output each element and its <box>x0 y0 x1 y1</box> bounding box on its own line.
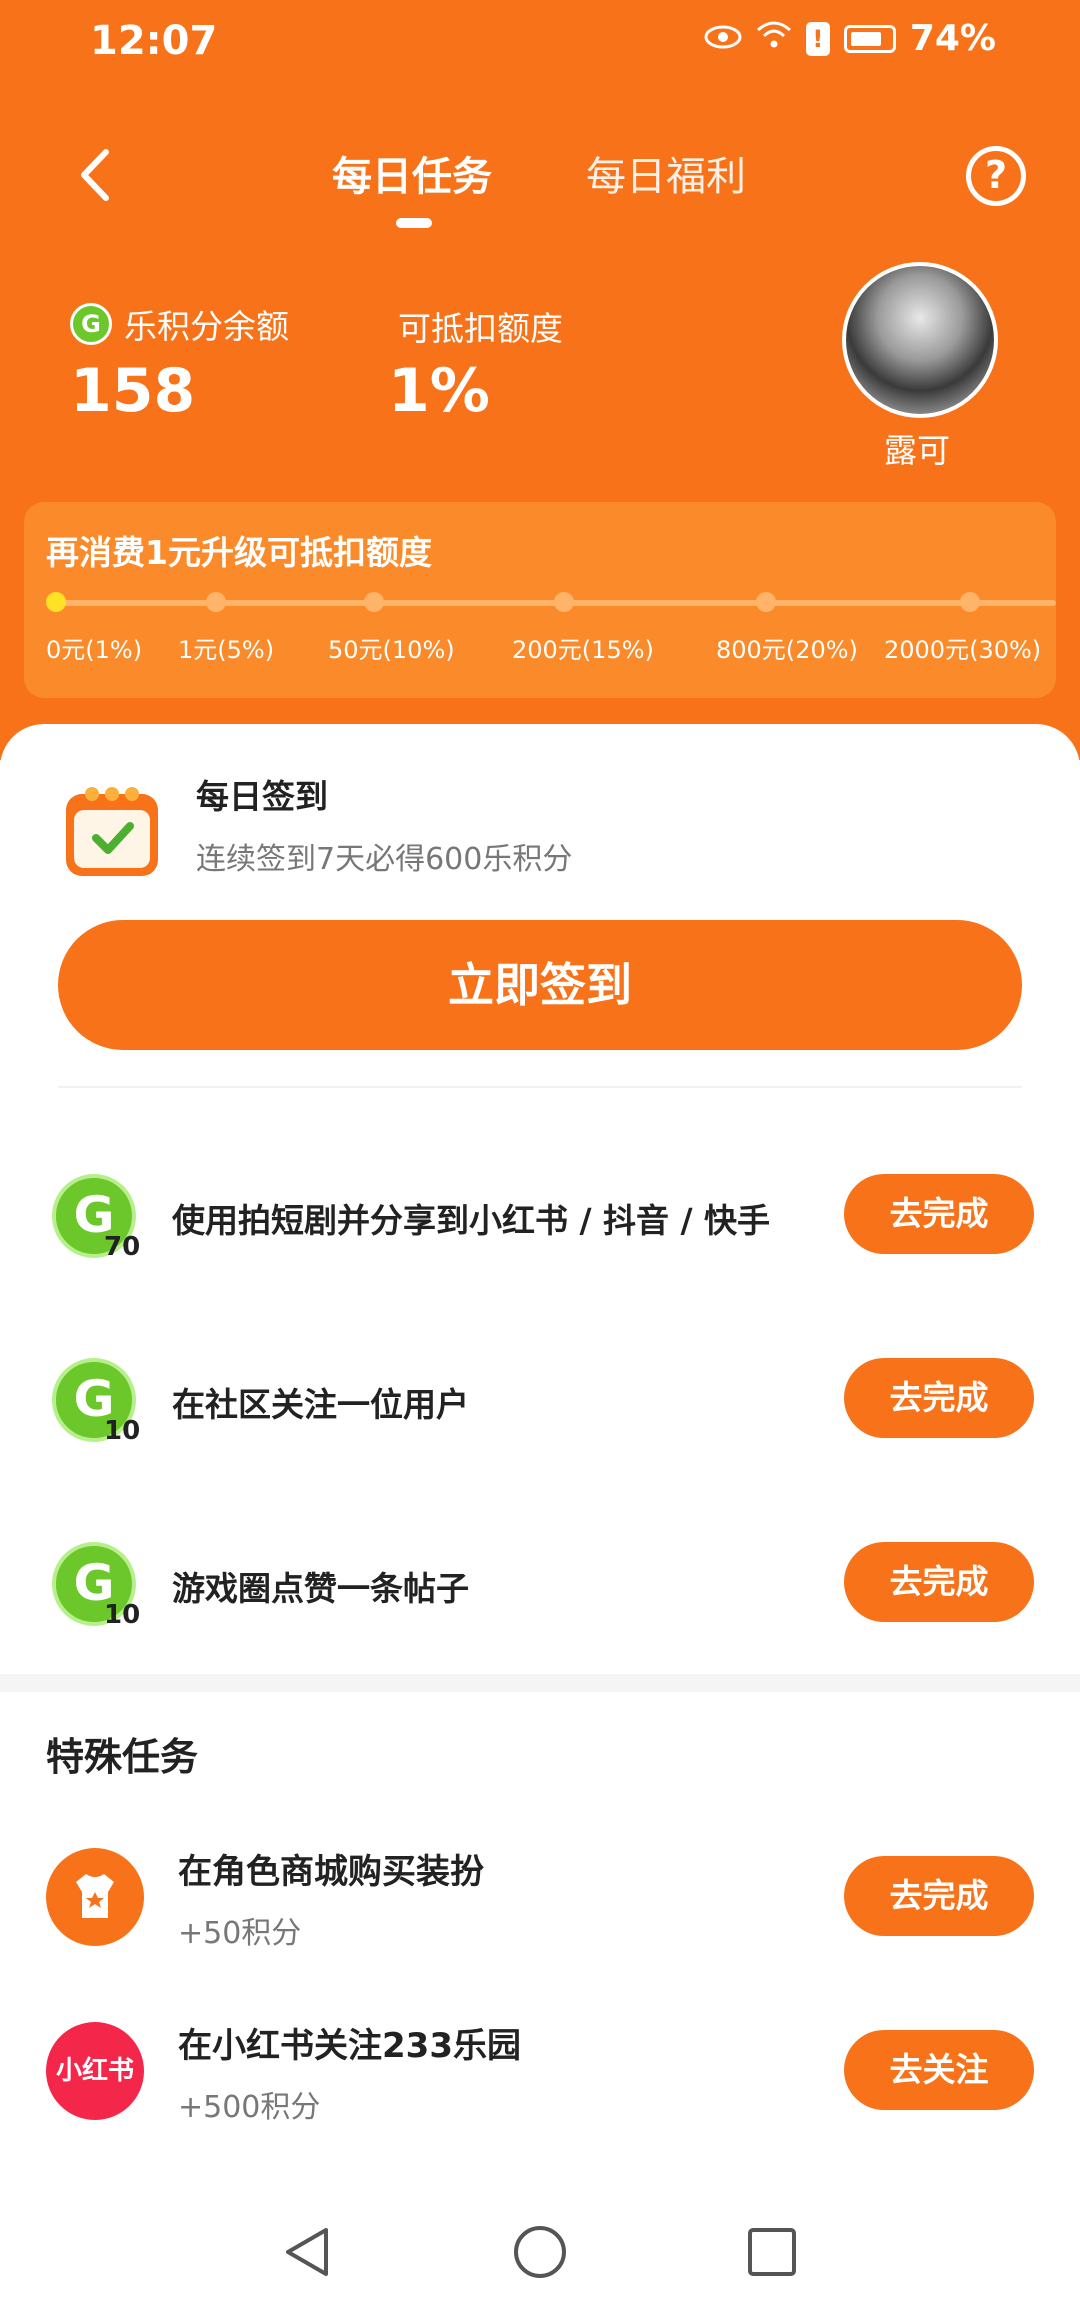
upgrade-tick-label: 0元(1%) <box>46 636 143 664</box>
xiaohongshu-icon: 小红书 <box>46 2022 144 2120</box>
shirt-icon <box>46 1848 144 1946</box>
tab-daily-welfare[interactable]: 每日福利 <box>586 144 746 202</box>
nav-recents-icon[interactable] <box>744 2224 800 2280</box>
upgrade-tick-label: 1元(5%) <box>178 636 275 664</box>
task-row: G 10 游戏圈点赞一条帖子 去完成 <box>0 1522 1080 1642</box>
avatar[interactable] <box>842 262 998 418</box>
username: 露可 <box>884 431 950 470</box>
task-points: 10 <box>104 1416 141 1446</box>
balance-value: 158 <box>70 356 196 426</box>
balance-label: G 乐积分余额 <box>70 300 289 348</box>
status-bar: 12:07 ! 74% <box>0 0 1080 84</box>
wifi-icon <box>756 18 792 59</box>
upgrade-card: 再消费1元升级可抵扣额度 0元(1%) 1元(5%) 50元(10%) 200元… <box>24 502 1056 698</box>
upgrade-tick-dot <box>756 592 776 612</box>
special-tasks-title: 特殊任务 <box>46 1735 199 1779</box>
task-complete-button[interactable]: 去完成 <box>844 1542 1034 1622</box>
checkin-subtitle: 连续签到7天必得600乐积分 <box>196 842 573 877</box>
nav-home-icon[interactable] <box>512 2224 568 2280</box>
upgrade-tick-dot-current <box>46 592 66 612</box>
balance-label-text: 乐积分余额 <box>124 307 289 346</box>
special-task-label: 在小红书关注233乐园 <box>178 2026 521 2066</box>
tab-indicator <box>396 218 432 228</box>
special-task-button[interactable]: 去完成 <box>844 1856 1034 1936</box>
upgrade-title: 再消费1元升级可抵扣额度 <box>46 533 432 572</box>
upgrade-tick-dot <box>960 592 980 612</box>
upgrade-tick-label: 50元(10%) <box>328 636 455 664</box>
special-task-points: +50积分 <box>178 1916 302 1951</box>
task-label: 游戏圈点赞一条帖子 <box>172 1569 469 1608</box>
battery-percent: 74% <box>909 18 996 59</box>
checkin-title: 每日签到 <box>196 777 328 816</box>
task-complete-button[interactable]: 去完成 <box>844 1174 1034 1254</box>
g-coin-icon: G <box>70 303 112 345</box>
top-nav: 每日任务 每日福利 ? <box>0 130 1080 230</box>
chevron-left-icon <box>81 149 109 201</box>
tab-daily-tasks[interactable]: 每日任务 <box>332 144 492 202</box>
status-time: 12:07 <box>90 18 218 64</box>
calendar-check-icon <box>62 780 162 880</box>
task-label: 在社区关注一位用户 <box>172 1385 469 1424</box>
task-label: 使用拍短剧并分享到小红书 / 抖音 / 快手 <box>172 1201 771 1240</box>
upgrade-tick-label: 800元(20%) <box>716 636 858 664</box>
task-row: G 10 在社区关注一位用户 去完成 <box>0 1338 1080 1458</box>
battery-icon <box>843 24 896 53</box>
divider <box>58 1086 1022 1088</box>
back-button[interactable] <box>70 140 130 210</box>
task-row: G 70 使用拍短剧并分享到小红书 / 抖音 / 快手 去完成 <box>0 1154 1080 1274</box>
help-button[interactable]: ? <box>966 146 1026 206</box>
upgrade-tick-dot <box>554 592 574 612</box>
deduct-label: 可抵扣额度 <box>398 309 563 348</box>
task-points: 70 <box>104 1232 141 1262</box>
section-separator <box>0 1674 1080 1692</box>
upgrade-tick-dot <box>206 592 226 612</box>
task-complete-button[interactable]: 去完成 <box>844 1358 1034 1438</box>
upgrade-tick-label: 200元(15%) <box>512 636 654 664</box>
task-points: 10 <box>104 1600 141 1630</box>
deduct-value: 1% <box>388 356 490 426</box>
upgrade-tick-dot <box>364 592 384 612</box>
checkin-button[interactable]: 立即签到 <box>58 920 1022 1050</box>
alert-icon: ! <box>805 21 830 56</box>
special-task-follow-button[interactable]: 去关注 <box>844 2030 1034 2110</box>
upgrade-tick-label: 2000元(30%) <box>884 636 1042 664</box>
eye-icon <box>704 18 742 59</box>
special-task-points: +500积分 <box>178 2090 321 2125</box>
nav-back-icon[interactable] <box>280 2224 336 2280</box>
status-icons: ! 74% <box>704 18 996 59</box>
special-task-label: 在角色商城购买装扮 <box>178 1852 484 1892</box>
